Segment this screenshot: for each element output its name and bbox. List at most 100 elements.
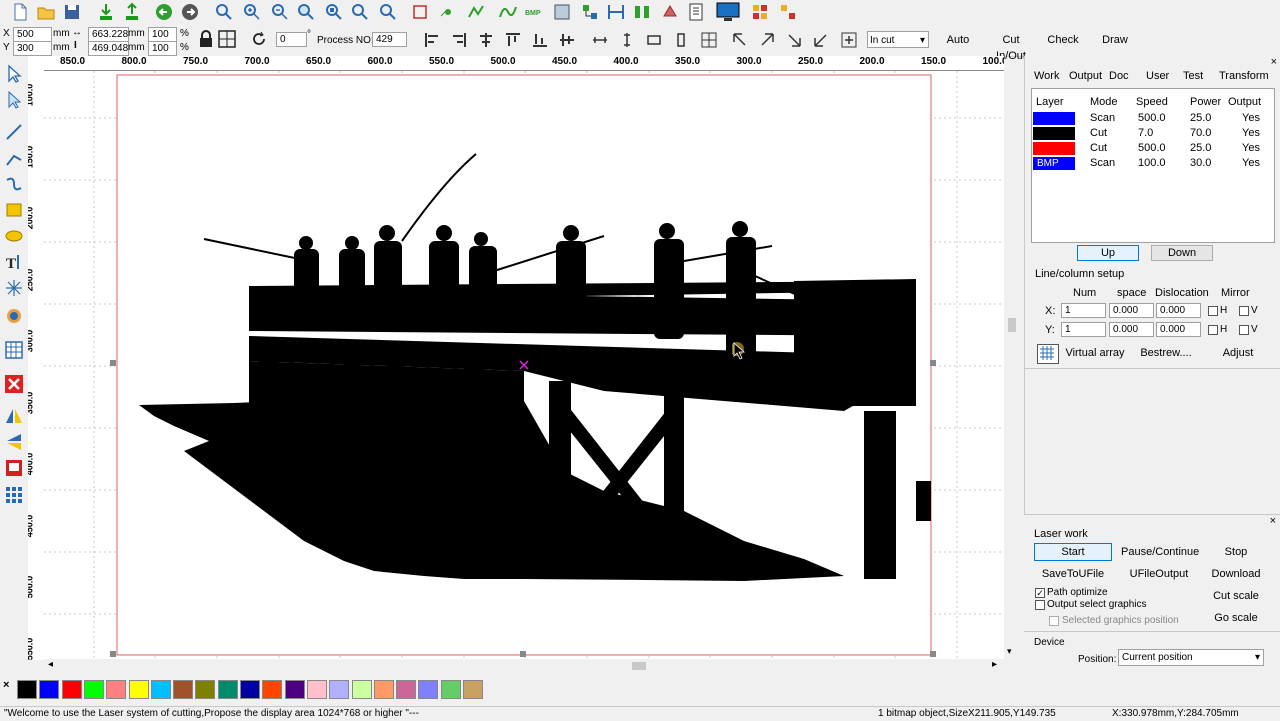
image-tool-icon[interactable] bbox=[4, 306, 24, 326]
align-left-icon[interactable] bbox=[423, 31, 441, 49]
mirror-y-v-checkbox[interactable] bbox=[1239, 325, 1249, 335]
move-bottom-right-icon[interactable] bbox=[785, 31, 803, 49]
bitmap-handle-icon[interactable] bbox=[4, 458, 24, 478]
color-swatch[interactable] bbox=[150, 680, 171, 699]
vertical-scrollbar[interactable]: ▾ bbox=[1004, 70, 1020, 660]
close-panel-icon[interactable]: × bbox=[1271, 56, 1277, 68]
dist-v-icon[interactable] bbox=[700, 31, 718, 49]
position-select[interactable]: Current position ▾ bbox=[1118, 649, 1264, 666]
layer-row[interactable]: Scan 500.0 25.0 Yes bbox=[1032, 112, 1272, 126]
color-swatch[interactable] bbox=[83, 680, 104, 699]
select-arrow-icon[interactable] bbox=[4, 64, 24, 84]
horizontal-scrollbar[interactable]: ◂ ▸ bbox=[44, 659, 1004, 673]
color-swatch[interactable] bbox=[418, 680, 439, 699]
scroll-right-arrow-icon[interactable]: ▸ bbox=[992, 659, 997, 670]
color-swatch[interactable] bbox=[39, 680, 60, 699]
tab-doc[interactable]: Doc bbox=[1109, 70, 1129, 82]
zoom-page-icon[interactable] bbox=[350, 2, 370, 22]
export-icon[interactable] bbox=[122, 2, 142, 22]
adjust-button[interactable]: Adjust bbox=[1207, 344, 1269, 362]
zoom-in-icon[interactable] bbox=[214, 2, 234, 22]
distribute-icon[interactable] bbox=[632, 2, 652, 22]
align-right-icon[interactable] bbox=[450, 31, 468, 49]
grid-toggle-icon[interactable] bbox=[218, 30, 236, 48]
rectangle-select-icon[interactable] bbox=[410, 2, 430, 22]
auto-button[interactable]: Auto bbox=[937, 31, 979, 49]
tab-output[interactable]: Output bbox=[1069, 70, 1102, 82]
output-select-checkbox[interactable] bbox=[1035, 600, 1045, 610]
array-x-num[interactable]: 1 bbox=[1061, 303, 1106, 318]
mirror-x-h-checkbox[interactable] bbox=[1208, 306, 1218, 316]
same-width-icon[interactable] bbox=[591, 31, 609, 49]
bmp-icon[interactable]: BMP bbox=[524, 2, 544, 22]
point-tool-icon[interactable] bbox=[4, 278, 24, 298]
document-icon[interactable] bbox=[686, 2, 706, 22]
color-swatch[interactable] bbox=[17, 680, 37, 699]
ellipse-tool-icon[interactable] bbox=[4, 226, 24, 246]
mirror-x-v-checkbox[interactable] bbox=[1239, 306, 1249, 316]
zoom-window-icon[interactable] bbox=[296, 2, 316, 22]
color-swatch[interactable] bbox=[128, 680, 149, 699]
plugin-icon[interactable] bbox=[750, 2, 770, 22]
move-top-right-icon[interactable] bbox=[758, 31, 776, 49]
ufile-output-button[interactable]: UFileOutput bbox=[1120, 565, 1198, 583]
tab-test[interactable]: Test bbox=[1183, 70, 1203, 82]
dist-h-icon[interactable] bbox=[672, 31, 690, 49]
import-icon[interactable] bbox=[96, 2, 116, 22]
x-position-field[interactable]: 500 bbox=[13, 27, 52, 42]
zoom-minus-icon[interactable] bbox=[270, 2, 290, 22]
go-scale-button[interactable]: Go scale bbox=[1206, 609, 1266, 627]
array-x-space[interactable]: 0.000 bbox=[1109, 303, 1154, 318]
same-size-icon[interactable] bbox=[645, 31, 663, 49]
mirror-v-icon[interactable] bbox=[4, 432, 24, 452]
array-y-num[interactable]: 1 bbox=[1061, 322, 1106, 337]
align-top-icon[interactable] bbox=[504, 31, 522, 49]
no-color-icon[interactable]: × bbox=[3, 679, 9, 691]
array-x-dislocation[interactable]: 0.000 bbox=[1156, 303, 1201, 318]
group-icon[interactable] bbox=[580, 2, 600, 22]
array-y-space[interactable]: 0.000 bbox=[1109, 322, 1154, 337]
cut-scale-button[interactable]: Cut scale bbox=[1206, 587, 1266, 605]
y-position-field[interactable]: 300 bbox=[13, 41, 52, 56]
start-button[interactable]: Start bbox=[1034, 543, 1112, 561]
color-swatch[interactable] bbox=[240, 680, 260, 699]
move-top-left-icon[interactable] bbox=[731, 31, 749, 49]
draw-button[interactable]: Draw bbox=[1092, 31, 1138, 49]
open-folder-icon[interactable] bbox=[36, 2, 56, 22]
move-bottom-left-icon[interactable] bbox=[812, 31, 830, 49]
laser-head-icon[interactable] bbox=[660, 2, 680, 22]
rotate-icon[interactable] bbox=[250, 30, 268, 48]
tab-user[interactable]: User bbox=[1146, 70, 1169, 82]
scroll-left-arrow-icon[interactable]: ◂ bbox=[48, 659, 53, 670]
tab-transform[interactable]: Transform bbox=[1219, 70, 1269, 82]
download-button[interactable]: Download bbox=[1206, 565, 1266, 583]
pause-continue-button[interactable]: Pause/Continue bbox=[1120, 543, 1199, 561]
node-select-icon[interactable] bbox=[4, 90, 24, 110]
lock-icon[interactable] bbox=[197, 30, 215, 48]
cut-inout-button[interactable]: Cut In/Out bbox=[985, 31, 1037, 62]
move-center-icon[interactable] bbox=[840, 31, 858, 49]
layer-up-button[interactable]: Up bbox=[1077, 245, 1139, 261]
frame-icon[interactable] bbox=[552, 2, 572, 22]
drawing-canvas[interactable] bbox=[44, 71, 1004, 659]
layer-row[interactable]: BMP Scan 100.0 30.0 Yes bbox=[1032, 157, 1272, 171]
array-tool-icon[interactable] bbox=[4, 484, 24, 504]
color-swatch[interactable] bbox=[106, 680, 127, 699]
layer-row[interactable]: Cut 7.0 70.0 Yes bbox=[1032, 127, 1272, 141]
stop-button[interactable]: Stop bbox=[1206, 543, 1266, 561]
layer-row[interactable]: Cut 500.0 25.0 Yes bbox=[1032, 142, 1272, 156]
node-edit-icon[interactable] bbox=[438, 2, 458, 22]
save-to-ufile-button[interactable]: SaveToUFile bbox=[1034, 565, 1112, 583]
align-bottom-icon[interactable] bbox=[531, 31, 549, 49]
layer-down-button[interactable]: Down bbox=[1151, 245, 1213, 261]
height-field[interactable]: 469.048 bbox=[88, 41, 129, 56]
align-center-h-icon[interactable] bbox=[477, 31, 495, 49]
process-number-field[interactable]: 429 bbox=[372, 32, 407, 47]
scale-y-field[interactable]: 100 bbox=[148, 41, 177, 56]
bestrew-button[interactable]: Bestrew.... bbox=[1135, 344, 1197, 362]
scale-x-field[interactable]: 100 bbox=[148, 27, 177, 42]
rotation-field[interactable]: 0 bbox=[276, 32, 307, 47]
color-swatch[interactable] bbox=[262, 680, 283, 699]
curve-tool-icon[interactable] bbox=[4, 174, 24, 194]
pier-fishermen-bitmap[interactable] bbox=[44, 71, 1004, 659]
